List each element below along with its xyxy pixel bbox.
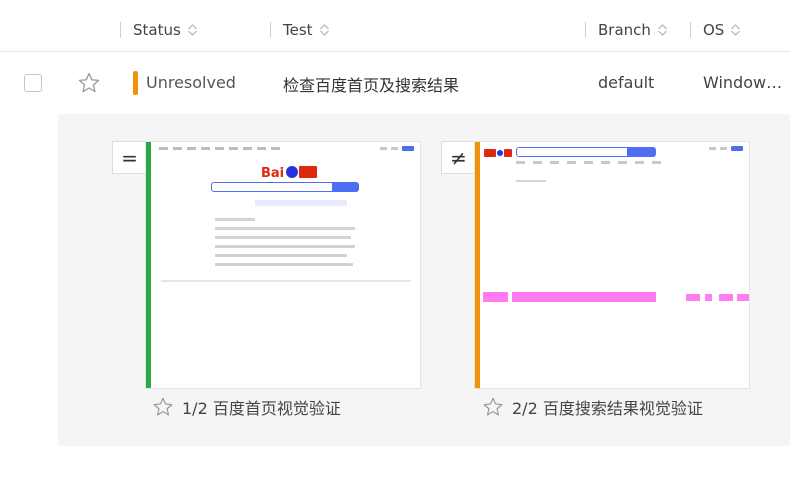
status-text: Unresolved [146,73,236,92]
column-separator [690,22,691,38]
sort-icon[interactable] [657,23,668,37]
checkpoint-caption: 1/2 百度首页视觉验证 [152,395,341,419]
column-test-label: Test [283,21,313,39]
os-value: Window… [703,73,783,92]
column-status[interactable]: Status [120,19,198,41]
diff-region [705,294,712,301]
diff-region [719,294,733,301]
baidu-logo-icon: Bai [261,166,317,181]
star-icon[interactable] [77,71,101,95]
column-os[interactable]: OS [690,19,741,41]
column-separator [585,22,586,38]
star-icon[interactable] [482,396,504,418]
sort-icon[interactable] [187,23,198,37]
not-equal-icon[interactable]: ≠ [441,141,476,174]
table-header: Status Test Branch OS [0,0,790,52]
column-os-label: OS [703,21,725,39]
test-name[interactable]: 检查百度首页及搜索结果 [283,72,459,96]
status-indicator [133,71,138,95]
column-test[interactable]: Test [270,19,330,41]
row-checkbox[interactable] [24,74,42,92]
column-branch[interactable]: Branch [585,19,668,41]
checkpoint-name: 2/2 百度搜索结果视觉验证 [512,399,703,418]
diff-region [737,294,749,301]
checkpoint-caption: 2/2 百度搜索结果视觉验证 [482,395,703,419]
column-status-label: Status [133,21,181,39]
column-separator [270,22,271,38]
checkpoint-name: 1/2 百度首页视觉验证 [182,399,341,418]
branch-value: default [598,73,655,92]
diff-region [686,294,700,301]
checkpoint-thumbnail[interactable] [474,141,750,389]
star-icon[interactable] [152,396,174,418]
diff-region [483,292,508,302]
svg-text:Bai: Bai [261,166,284,181]
checkpoints-panel: = Bai 1/2 百度首页视觉验证 ≠ 2/2 百度搜索结果视觉验证 [58,114,790,446]
diff-region [512,292,656,302]
sort-icon[interactable] [730,23,741,37]
baidu-logo-icon [484,149,512,157]
sort-icon[interactable] [319,23,330,37]
column-separator [120,22,121,38]
checkpoint-thumbnail[interactable]: Bai [145,141,421,389]
baidu-home-preview: Bai [151,142,420,388]
equal-icon[interactable]: = [112,141,147,174]
column-branch-label: Branch [598,21,651,39]
baidu-results-preview [480,142,749,388]
